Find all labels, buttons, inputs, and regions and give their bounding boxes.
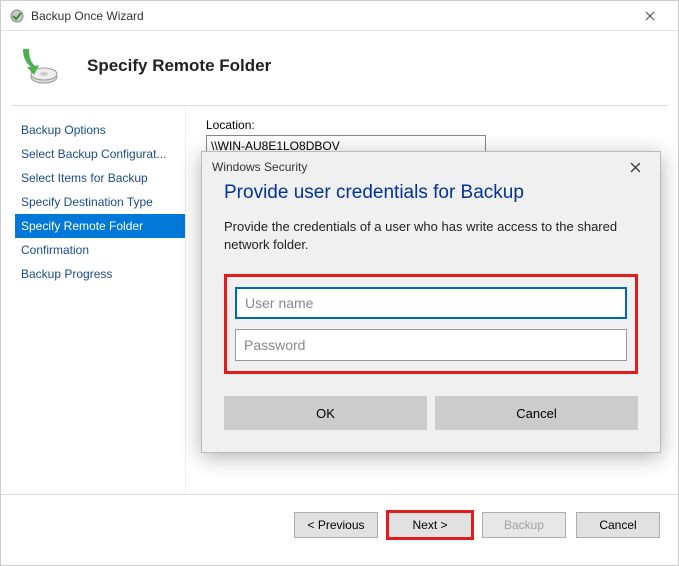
- dialog-titlebar: Windows Security: [202, 152, 660, 182]
- sidebar-item-backup-progress[interactable]: Backup Progress: [15, 262, 185, 286]
- close-icon: [645, 11, 655, 21]
- dialog-title: Windows Security: [212, 160, 620, 174]
- sidebar-item-destination-type[interactable]: Specify Destination Type: [15, 190, 185, 214]
- sidebar-item-backup-options[interactable]: Backup Options: [15, 118, 185, 142]
- wizard-footer: < Previous Next > Backup Cancel: [1, 494, 678, 554]
- location-label: Location:: [206, 118, 658, 132]
- page-title: Specify Remote Folder: [87, 56, 271, 76]
- wizard-sidebar: Backup Options Select Backup Configurat.…: [1, 106, 186, 494]
- dialog-ok-button[interactable]: OK: [224, 396, 427, 430]
- backup-wizard-icon: [17, 45, 59, 87]
- dialog-heading: Provide user credentials for Backup: [224, 182, 638, 204]
- dialog-buttons: OK Cancel: [224, 396, 638, 430]
- dialog-cancel-button[interactable]: Cancel: [435, 396, 638, 430]
- app-icon: [9, 8, 25, 24]
- dialog-close-button[interactable]: [620, 153, 650, 181]
- previous-button[interactable]: < Previous: [294, 512, 378, 538]
- close-icon: [630, 162, 641, 173]
- cancel-button[interactable]: Cancel: [576, 512, 660, 538]
- credentials-group: [224, 274, 638, 374]
- username-input[interactable]: [235, 287, 627, 319]
- password-input[interactable]: [235, 329, 627, 361]
- sidebar-item-remote-folder[interactable]: Specify Remote Folder: [15, 214, 185, 238]
- backup-button: Backup: [482, 512, 566, 538]
- dialog-body: Provide user credentials for Backup Prov…: [202, 182, 660, 452]
- window-close-button[interactable]: [630, 2, 670, 30]
- sidebar-item-select-items[interactable]: Select Items for Backup: [15, 166, 185, 190]
- next-button[interactable]: Next >: [388, 512, 472, 538]
- titlebar: Backup Once Wizard: [1, 1, 678, 31]
- wizard-header: Specify Remote Folder: [1, 31, 678, 105]
- sidebar-item-select-backup-config[interactable]: Select Backup Configurat...: [15, 142, 185, 166]
- dialog-text: Provide the credentials of a user who ha…: [224, 218, 638, 254]
- sidebar-item-confirmation[interactable]: Confirmation: [15, 238, 185, 262]
- window-title: Backup Once Wizard: [31, 9, 630, 23]
- credentials-dialog: Windows Security Provide user credential…: [201, 151, 661, 453]
